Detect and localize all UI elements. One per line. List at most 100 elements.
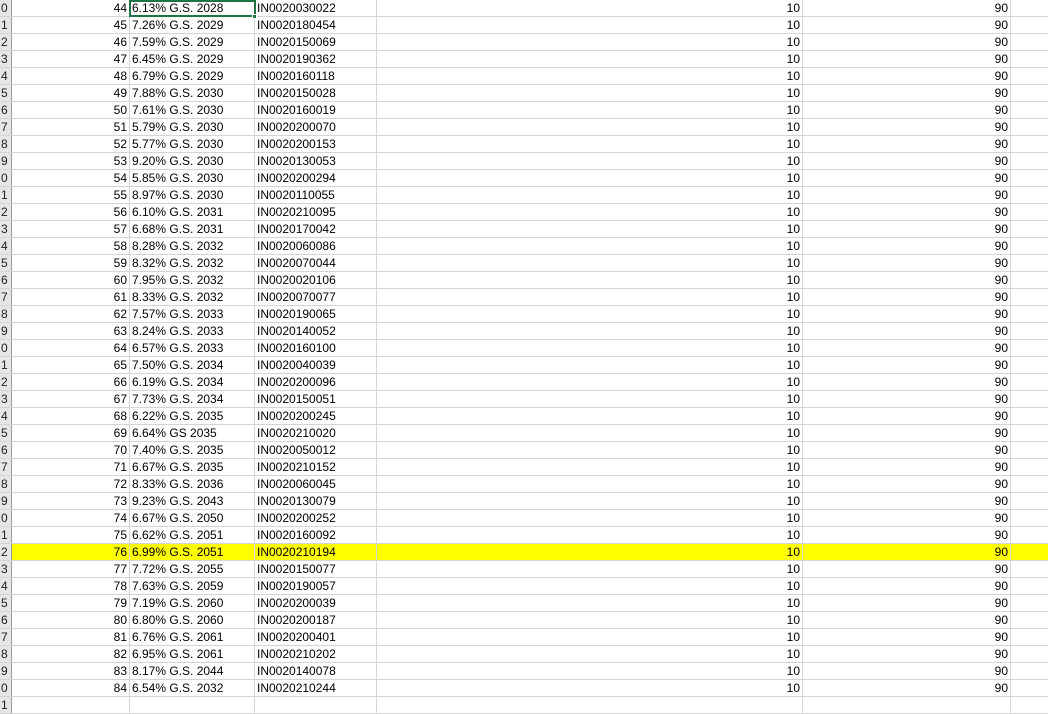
row-header[interactable]: 8 [0,476,12,492]
cell-security-name[interactable]: 7.88% G.S. 2030 [130,85,255,101]
row-header[interactable]: 4 [0,68,12,84]
cell-empty[interactable] [1011,646,1048,662]
cell-empty[interactable] [1011,306,1048,322]
cell-isin[interactable]: IN0020200294 [255,170,377,186]
cell-isin[interactable]: IN0020210194 [255,544,377,560]
cell-value-90[interactable]: 90 [803,51,1011,67]
cell-value-10[interactable]: 10 [377,510,803,526]
cell-serial-number[interactable]: 65 [12,357,130,373]
row-header[interactable]: 0 [0,510,12,526]
cell-empty[interactable] [1011,0,1048,16]
row-header[interactable]: 1 [0,527,12,543]
cell-security-name[interactable]: 6.67% G.S. 2050 [130,510,255,526]
cell-isin[interactable]: IN0020200245 [255,408,377,424]
cell-value-90[interactable]: 90 [803,17,1011,33]
cell-security-name[interactable]: 6.68% G.S. 2031 [130,221,255,237]
cell-value-10[interactable]: 10 [377,0,803,16]
cell-security-name[interactable]: 8.97% G.S. 2030 [130,187,255,203]
cell-isin[interactable]: IN0020180454 [255,17,377,33]
cell-value-90[interactable]: 90 [803,578,1011,594]
cell-value-90[interactable]: 90 [803,493,1011,509]
cell-value-90[interactable]: 90 [803,119,1011,135]
cell-security-name[interactable]: 7.95% G.S. 2032 [130,272,255,288]
cell-value-10[interactable]: 10 [377,153,803,169]
cell-value-90[interactable]: 90 [803,612,1011,628]
row-header[interactable]: 7 [0,459,12,475]
cell-value-10[interactable]: 10 [377,340,803,356]
cell-serial-number[interactable]: 60 [12,272,130,288]
cell-isin[interactable]: IN0020210202 [255,646,377,662]
cell-serial-number[interactable]: 78 [12,578,130,594]
row-header[interactable]: 0 [0,0,12,16]
cell-empty[interactable] [1011,459,1048,475]
cell-value-10[interactable]: 10 [377,408,803,424]
cell-serial-number[interactable]: 70 [12,442,130,458]
row-header[interactable]: 4 [0,238,12,254]
cell-value-90[interactable]: 90 [803,204,1011,220]
cell-value-90[interactable]: 90 [803,425,1011,441]
cell-isin[interactable]: IN0020070044 [255,255,377,271]
row-header[interactable]: 1 [0,187,12,203]
cell-isin[interactable]: IN0020200401 [255,629,377,645]
cell-value-90[interactable]: 90 [803,85,1011,101]
cell-serial-number[interactable]: 64 [12,340,130,356]
cell-empty[interactable] [1011,102,1048,118]
cell-value-90[interactable]: 90 [803,391,1011,407]
cell-value-10[interactable]: 10 [377,425,803,441]
cell-value-10[interactable]: 10 [377,238,803,254]
cell-value-10[interactable]: 10 [377,187,803,203]
cell-serial-number[interactable]: 53 [12,153,130,169]
cell-empty[interactable] [1011,153,1048,169]
cell-empty[interactable] [1011,119,1048,135]
row-header[interactable]: 8 [0,306,12,322]
cell-empty[interactable] [1011,663,1048,679]
cell-value-10[interactable]: 10 [377,493,803,509]
row-header[interactable]: 8 [0,646,12,662]
row-header[interactable]: 3 [0,561,12,577]
cell-isin[interactable]: IN0020060086 [255,238,377,254]
cell-empty[interactable] [1011,255,1048,271]
cell-value-90[interactable]: 90 [803,408,1011,424]
cell-security-name[interactable]: 5.79% G.S. 2030 [130,119,255,135]
cell-empty[interactable] [1011,680,1048,696]
cell-security-name[interactable]: 9.23% G.S. 2043 [130,493,255,509]
row-header[interactable]: 9 [0,663,12,679]
cell-value-90[interactable]: 90 [803,527,1011,543]
cell-value-90[interactable]: 90 [803,153,1011,169]
cell-security-name[interactable]: 6.62% G.S. 2051 [130,527,255,543]
cell-security-name[interactable]: 7.40% G.S. 2035 [130,442,255,458]
cell-empty[interactable] [1011,544,1048,560]
cell-security-name[interactable]: 7.59% G.S. 2029 [130,34,255,50]
cell-serial-number[interactable]: 55 [12,187,130,203]
cell-isin[interactable]: IN0020190065 [255,306,377,322]
cell-serial-number[interactable]: 80 [12,612,130,628]
cell-value-10[interactable]: 10 [377,85,803,101]
cell-serial-number[interactable]: 76 [12,544,130,560]
cell-empty[interactable] [1011,289,1048,305]
row-header[interactable]: 7 [0,119,12,135]
cell-serial-number[interactable]: 66 [12,374,130,390]
cell-value-10[interactable]: 10 [377,646,803,662]
cell-empty[interactable] [1011,238,1048,254]
cell-serial-number[interactable]: 71 [12,459,130,475]
cell-value-90[interactable]: 90 [803,357,1011,373]
cell-isin[interactable]: IN0020190057 [255,578,377,594]
cell-isin[interactable]: IN0020030022 [255,0,377,16]
cell-isin[interactable]: IN0020200096 [255,374,377,390]
cell-isin[interactable]: IN0020200187 [255,612,377,628]
cell-security-name[interactable]: 8.28% G.S. 2032 [130,238,255,254]
cell-serial-number[interactable]: 69 [12,425,130,441]
cell-isin[interactable]: IN0020050012 [255,442,377,458]
cell-isin[interactable]: IN0020200070 [255,119,377,135]
row-header[interactable]: 2 [0,34,12,50]
cell-empty[interactable] [1011,629,1048,645]
cell-value-10[interactable]: 10 [377,68,803,84]
cell-security-name[interactable]: 8.24% G.S. 2033 [130,323,255,339]
cell-isin[interactable]: IN0020200039 [255,595,377,611]
cell-security-name[interactable]: 6.95% G.S. 2061 [130,646,255,662]
cell-value-10[interactable]: 10 [377,204,803,220]
cell-security-name[interactable]: 7.26% G.S. 2029 [130,17,255,33]
cell-empty[interactable] [1011,323,1048,339]
cell-security-name[interactable]: 8.33% G.S. 2036 [130,476,255,492]
cell-value-10[interactable]: 10 [377,374,803,390]
